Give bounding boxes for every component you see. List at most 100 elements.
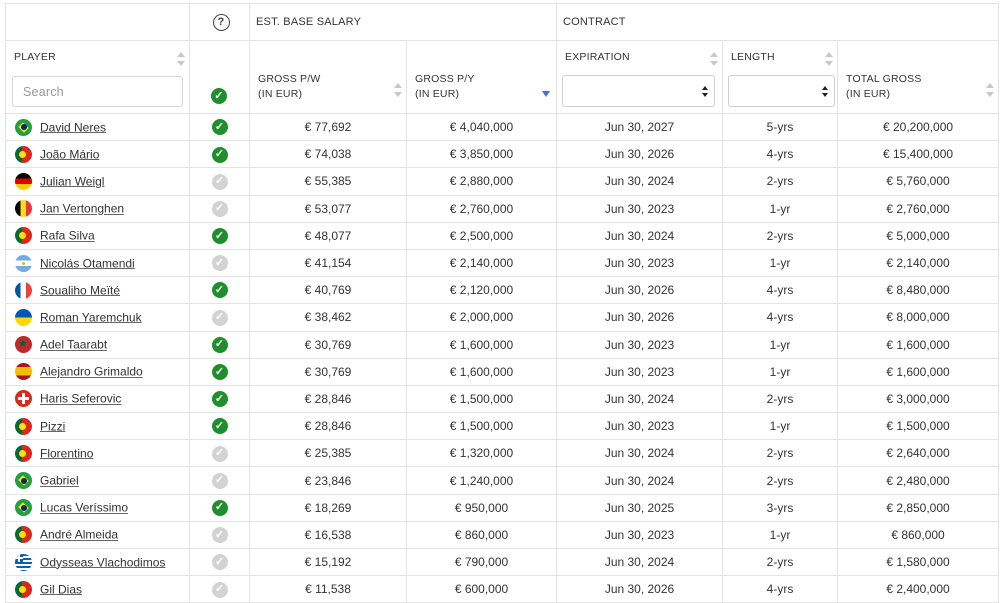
player-link[interactable]: Odysseas Vlachodimos bbox=[40, 555, 165, 569]
sort-arrows-icon[interactable] bbox=[986, 83, 995, 97]
gross-pw-cell: € 30,769 bbox=[249, 357, 407, 386]
player-link[interactable]: Adel Taarabt bbox=[40, 338, 107, 352]
total-gross-cell: € 1,500,000 bbox=[837, 412, 1000, 441]
check-cell: ✓ bbox=[189, 248, 250, 278]
player-link[interactable]: Gabriel bbox=[40, 474, 79, 488]
length-cell: 1-yr bbox=[722, 330, 839, 359]
column-label-gross-pw-unit: (IN EUR) bbox=[258, 88, 303, 100]
flag-icon bbox=[15, 200, 32, 218]
player-link[interactable]: Florentino bbox=[40, 446, 93, 460]
gross-pw-cell: € 18,269 bbox=[249, 493, 407, 522]
total-gross-cell: € 2,640,000 bbox=[837, 439, 1000, 468]
salary-table: ? EST. BASE SALARY CONTRACT PLAYER Searc… bbox=[5, 3, 1000, 603]
check-icon: ✓ bbox=[211, 581, 228, 598]
expiration-cell: Jun 30, 2023 bbox=[556, 330, 724, 359]
player-cell: Nicolás Otamendi bbox=[5, 248, 190, 278]
player-link[interactable]: Soualiho Meïté bbox=[40, 283, 120, 297]
help-cell: ? bbox=[189, 3, 250, 41]
player-link[interactable]: Rafa Silva bbox=[40, 229, 95, 243]
flag-icon bbox=[15, 145, 32, 163]
help-icon[interactable]: ? bbox=[212, 13, 230, 31]
table-row: Pizzi ✓ € 28,846 € 1,500,000 Jun 30, 202… bbox=[5, 412, 1000, 441]
table-row: Julian Weigl ✓ € 55,385 € 2,880,000 Jun … bbox=[5, 167, 1000, 196]
sort-arrows-icon[interactable] bbox=[177, 52, 185, 66]
player-link[interactable]: Gil Dias bbox=[40, 582, 82, 596]
check-icon: ✓ bbox=[211, 472, 228, 489]
player-link[interactable]: Julian Weigl bbox=[40, 174, 104, 188]
check-icon: ✓ bbox=[211, 364, 228, 381]
length-cell: 2-yrs bbox=[722, 221, 839, 250]
player-link[interactable]: Jan Vertonghen bbox=[40, 202, 124, 216]
check-cell: ✓ bbox=[189, 167, 250, 196]
column-header-gross-pw[interactable]: GROSS P/W (IN EUR) bbox=[249, 40, 407, 114]
column-header-player[interactable]: PLAYER Search bbox=[5, 40, 190, 114]
check-icon: ✓ bbox=[211, 173, 228, 190]
group-header-salary: EST. BASE SALARY bbox=[248, 3, 558, 41]
total-gross-cell: € 15,400,000 bbox=[837, 140, 1000, 169]
table-row: Roman Yaremchuk ✓ € 38,462 € 2,000,000 J… bbox=[5, 303, 1000, 332]
check-cell: ✓ bbox=[189, 493, 250, 522]
flag-icon bbox=[15, 254, 32, 272]
column-header-length[interactable]: LENGTH bbox=[722, 40, 839, 114]
player-cell: ★ Adel Taarabt bbox=[5, 330, 190, 359]
player-cell: Alejandro Grimaldo bbox=[5, 357, 190, 386]
length-cell: 3-yrs bbox=[722, 493, 839, 522]
gross-pw-cell: € 74,038 bbox=[249, 140, 407, 169]
gross-py-cell: € 1,320,000 bbox=[405, 439, 558, 468]
gross-pw-cell: € 40,769 bbox=[249, 276, 407, 305]
gross-py-cell: € 1,500,000 bbox=[405, 384, 558, 414]
gross-py-cell: € 950,000 bbox=[405, 493, 558, 522]
sort-arrows-icon[interactable] bbox=[825, 52, 834, 66]
player-link[interactable]: David Neres bbox=[40, 120, 106, 134]
sort-arrows-icon[interactable] bbox=[394, 83, 402, 97]
check-icon: ✓ bbox=[211, 499, 228, 516]
player-link[interactable]: Alejandro Grimaldo bbox=[40, 365, 143, 379]
player-link[interactable]: André Almeida bbox=[40, 528, 118, 542]
sort-descending-icon[interactable] bbox=[542, 91, 551, 97]
player-cell: Soualiho Meïté bbox=[5, 276, 190, 305]
flag-icon bbox=[15, 499, 32, 517]
length-filter-select[interactable] bbox=[728, 75, 836, 107]
player-link[interactable]: Pizzi bbox=[40, 419, 65, 433]
gross-pw-cell: € 55,385 bbox=[249, 167, 407, 196]
check-icon: ✓ bbox=[211, 228, 228, 245]
gross-py-cell: € 1,240,000 bbox=[405, 466, 558, 495]
gross-py-cell: € 1,600,000 bbox=[405, 357, 558, 386]
length-cell: 4-yrs bbox=[722, 276, 839, 305]
total-gross-cell: € 1,600,000 bbox=[837, 357, 1000, 386]
total-gross-cell: € 2,760,000 bbox=[837, 194, 1000, 223]
player-link[interactable]: Lucas Veríssimo bbox=[40, 501, 128, 515]
check-cell: ✓ bbox=[189, 221, 250, 250]
expiration-filter-select[interactable] bbox=[562, 75, 716, 107]
player-link[interactable]: Nicolás Otamendi bbox=[40, 256, 135, 270]
column-header-gross-py[interactable]: GROSS P/Y (IN EUR) bbox=[405, 40, 558, 114]
player-cell: Odysseas Vlachodimos bbox=[5, 547, 190, 577]
column-header-expiration[interactable]: EXPIRATION bbox=[556, 40, 724, 114]
gross-pw-cell: € 53,077 bbox=[249, 194, 407, 223]
check-cell: ✓ bbox=[189, 276, 250, 305]
flag-icon bbox=[15, 472, 32, 490]
sort-arrows-icon[interactable] bbox=[710, 52, 719, 66]
column-header-total[interactable]: TOTAL GROSS (IN EUR) bbox=[837, 40, 1000, 114]
length-cell: 2-yrs bbox=[722, 384, 839, 414]
check-cell: ✓ bbox=[189, 303, 250, 332]
check-icon: ✓ bbox=[211, 554, 228, 571]
check-icon: ✓ bbox=[211, 445, 228, 462]
search-input[interactable]: Search bbox=[12, 76, 183, 107]
player-link[interactable]: Haris Seferovic bbox=[40, 392, 121, 406]
expiration-cell: Jun 30, 2023 bbox=[556, 357, 724, 386]
gross-py-cell: € 1,500,000 bbox=[405, 412, 558, 441]
total-gross-cell: € 5,000,000 bbox=[837, 221, 1000, 250]
length-cell: 2-yrs bbox=[722, 439, 839, 468]
player-link[interactable]: Roman Yaremchuk bbox=[40, 310, 142, 324]
total-gross-cell: € 860,000 bbox=[837, 520, 1000, 550]
player-link[interactable]: João Mário bbox=[40, 147, 99, 161]
expiration-cell: Jun 30, 2025 bbox=[556, 493, 724, 522]
expiration-cell: Jun 30, 2024 bbox=[556, 167, 724, 196]
check-icon: ✓ bbox=[211, 282, 228, 299]
check-icon: ✓ bbox=[211, 309, 228, 326]
expiration-cell: Jun 30, 2024 bbox=[556, 384, 724, 414]
gross-pw-cell: € 30,769 bbox=[249, 330, 407, 359]
player-cell: João Mário bbox=[5, 140, 190, 169]
column-label-expiration: EXPIRATION bbox=[565, 51, 630, 63]
